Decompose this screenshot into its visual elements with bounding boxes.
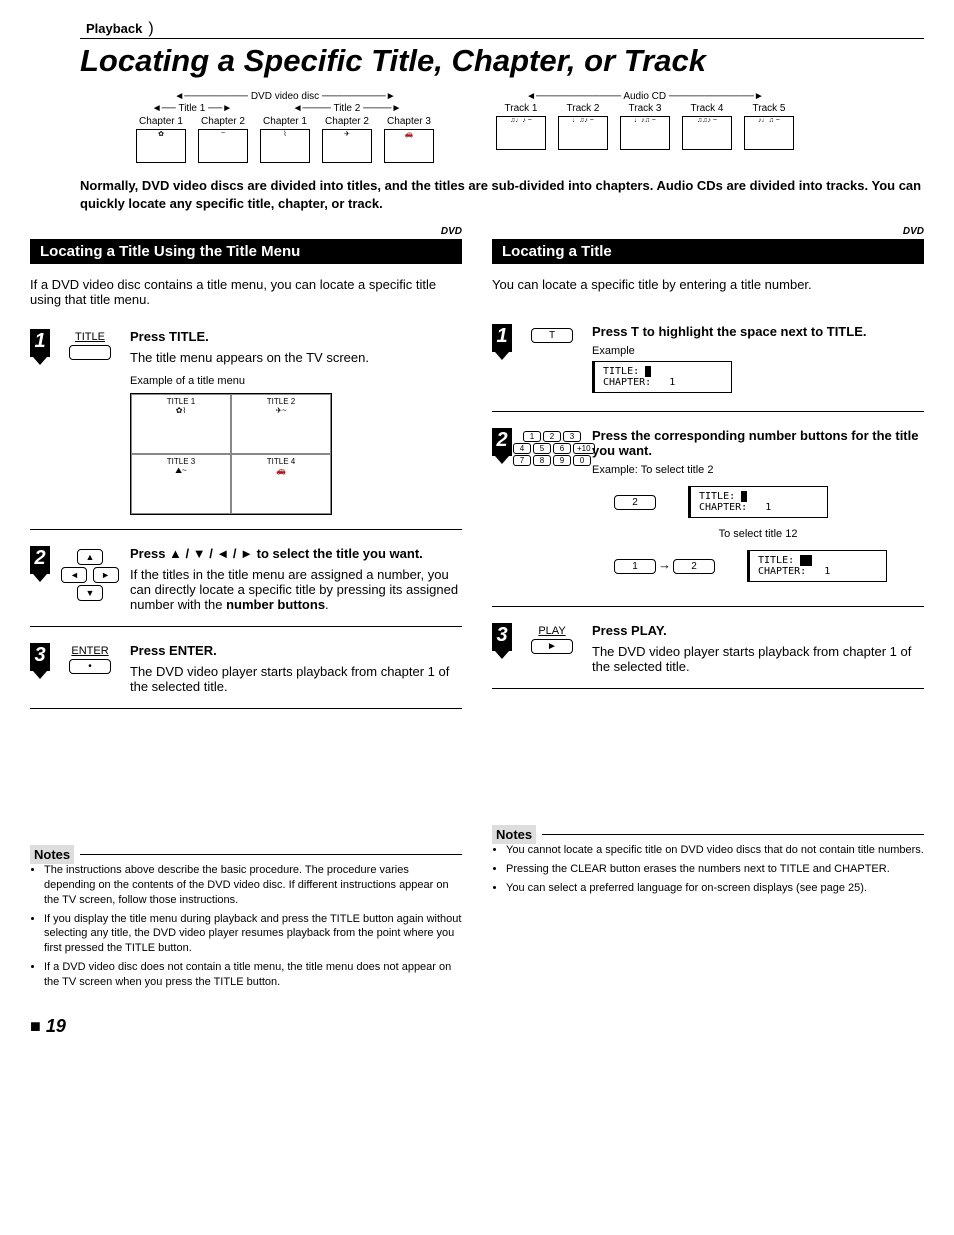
display-example-12: TITLE: 12CHAPTER: 1	[747, 550, 887, 582]
step1-lead: Press TITLE.	[130, 329, 462, 344]
example-label-r: Example	[592, 345, 924, 357]
step1-body: The title menu appears on the TV screen.	[130, 350, 462, 365]
cd-structure-diagram: ◄──────────── Audio CD ────────────► Tra…	[490, 91, 800, 167]
step3r-body: The DVD video player starts playback fro…	[592, 644, 924, 674]
right-intro: You can locate a specific title by enter…	[492, 277, 924, 292]
step1r-lead: Press T to highlight the space next to T…	[592, 324, 924, 339]
left-section-header: Locating a Title Using the Title Menu	[30, 239, 462, 264]
button-2b: 2	[673, 559, 715, 574]
example-label: Example of a title menu	[130, 375, 462, 387]
button-1: 1	[614, 559, 656, 574]
step3-lead: Press ENTER.	[130, 643, 462, 658]
enter-button-icon: ENTER •	[50, 643, 130, 694]
notes-list-right: You cannot locate a specific title on DV…	[492, 843, 924, 896]
right-section-header: Locating a Title	[492, 239, 924, 264]
dvd-tag-right: DVD	[492, 226, 924, 237]
t-button-icon: T	[512, 324, 592, 397]
page-number: 19	[30, 1016, 924, 1037]
example-label-2r: Example: To select title 2	[592, 464, 924, 476]
title-button-icon: TITLE	[50, 329, 130, 515]
mid-label: To select title 12	[592, 528, 924, 540]
notes-label-left: Notes	[30, 845, 74, 864]
step-number-3: 3	[30, 643, 50, 671]
display-example-2: TITLE: 2CHAPTER: 1	[688, 486, 828, 518]
step3r-lead: Press PLAY.	[592, 623, 924, 638]
step2-body: If the titles in the title menu are assi…	[130, 567, 462, 612]
play-button-icon: PLAY ►	[512, 623, 592, 674]
step2-lead: Press ▲ / ▼ / ◄ / ► to select the title …	[130, 546, 462, 561]
step-number-1: 1	[30, 329, 50, 357]
display-example-1: TITLE: 1CHAPTER: 1	[592, 361, 732, 393]
step-number-1r: 1	[492, 324, 512, 352]
intro-text: Normally, DVD video discs are divided in…	[80, 177, 924, 212]
dvd-structure-diagram: ◄───────── DVD video disc ─────────► ◄──…	[130, 91, 440, 167]
arrow-buttons-icon: ▲ ◄ ► ▼	[50, 546, 130, 612]
step3-body: The DVD video player starts playback fro…	[130, 664, 462, 694]
notes-list-left: The instructions above describe the basi…	[30, 863, 462, 990]
step-number-2r: 2	[492, 428, 512, 456]
step-number-2: 2	[30, 546, 50, 574]
step2r-lead: Press the corresponding number buttons f…	[592, 428, 924, 458]
notes-label-right: Notes	[492, 825, 536, 844]
number-keypad-icon: 123 456+10 7890	[512, 428, 592, 592]
dvd-tag: DVD	[30, 226, 462, 237]
left-intro: If a DVD video disc contains a title men…	[30, 277, 462, 307]
title-menu-example: TITLE 1✿⌇ TITLE 2✈~ TITLE 3⛰~ TITLE 4🚗	[130, 393, 332, 515]
page-title: Locating a Specific Title, Chapter, or T…	[80, 43, 924, 79]
button-2: 2	[614, 495, 656, 510]
step-number-3r: 3	[492, 623, 512, 651]
playback-tab: Playback	[80, 20, 148, 37]
